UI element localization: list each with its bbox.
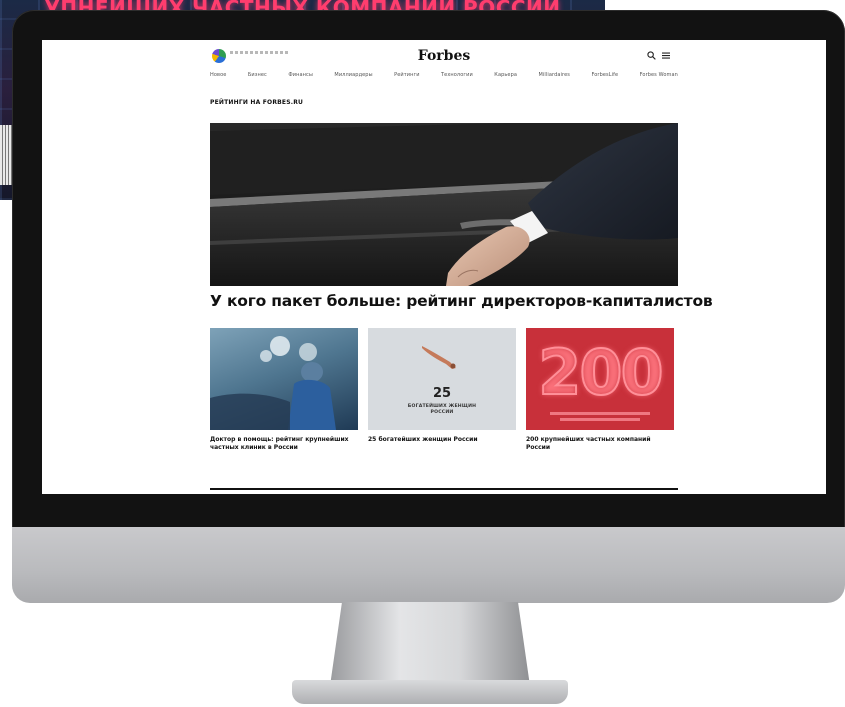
diver-figure [422,346,456,369]
site-header: Forbes [210,46,678,68]
main-nav: Новое Бизнес Финансы Миллиардеры Рейтинг… [210,72,678,84]
nav-item-business[interactable]: Бизнес [248,72,267,84]
neon-subline [550,412,650,415]
section-label: РЕЙТИНГИ НА FORBES.RU [210,99,304,106]
search-icon[interactable] [647,51,656,60]
section-divider [210,488,678,490]
monitor-stand-neck [330,602,530,686]
card-image-surgeon [210,328,358,430]
card-caption: Доктор в помощь: рейтинг крупнейших част… [210,436,349,451]
nav-item-career[interactable]: Карьера [494,72,517,84]
monitor-chin [12,527,845,603]
card-image-neon-200: 200 [526,328,674,430]
nav-item-billionaires[interactable]: Миллиардеры [334,72,372,84]
hero-article-title[interactable]: У кого пакет больше: рейтинг директоров-… [210,292,713,310]
article-card-clinics[interactable]: Доктор в помощь: рейтинг крупнейших част… [210,328,358,452]
article-card-companies[interactable]: 200 200 крупнейших частных компаний Росс… [526,328,674,452]
nav-item-ratings[interactable]: Рейтинги [394,72,419,84]
neon-number: 200 [537,335,664,410]
forbes-page: Forbes Новое Бизнес Финансы Миллиардеры … [210,40,713,494]
article-cards: Доктор в помощь: рейтинг крупнейших част… [210,328,678,478]
card-image-diver: 25 БОГАТЕЙШИХ ЖЕНЩИН РОССИИ [368,328,516,430]
monitor-screen: Forbes Новое Бизнес Финансы Миллиардеры … [42,40,826,494]
nav-item-forbeslife[interactable]: ForbesLife [591,72,618,84]
card-subtitle-line-2: РОССИИ [430,410,454,415]
nav-item-finance[interactable]: Финансы [288,72,313,84]
nav-item-forbeswoman[interactable]: Forbes Woman [640,72,678,84]
card-caption: 200 крупнейших частных компаний России [526,436,651,451]
nav-item-new[interactable]: Новое [210,72,226,84]
nav-item-technology[interactable]: Технологии [441,72,473,84]
article-card-women[interactable]: 25 БОГАТЕЙШИХ ЖЕНЩИН РОССИИ 25 богатейши… [368,328,516,444]
surgeon-illustration [210,336,336,430]
monitor-stand-base [292,680,568,704]
card-count: 25 [432,386,452,401]
nav-item-milliardaires[interactable]: Milliardaires [539,72,570,84]
hero-image[interactable] [210,123,678,286]
neon-subline [560,418,640,421]
menu-icon[interactable] [662,52,670,59]
card-caption: 25 богатейших женщин России [368,436,478,443]
card-subtitle: БОГАТЕЙШИХ ЖЕНЩИН РОССИИ [368,404,516,416]
hero-photo-car-door-hand [210,123,678,286]
forbes-wordmark[interactable]: Forbes [210,48,678,64]
